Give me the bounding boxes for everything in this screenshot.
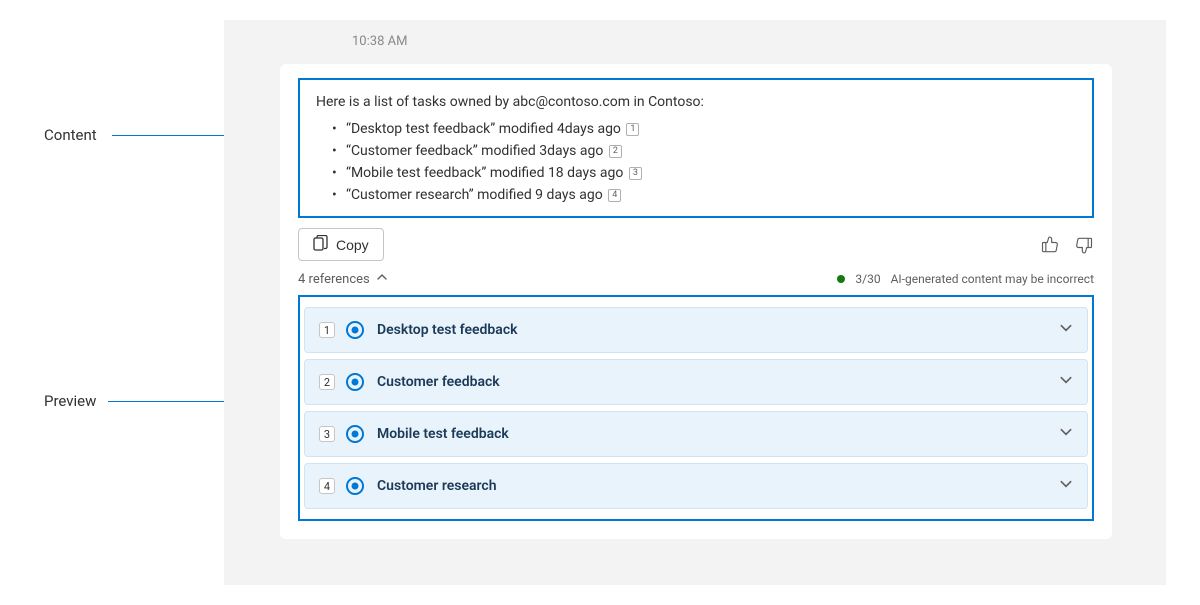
chevron-down-icon [1059,321,1073,339]
message-card: Here is a list of tasks owned by abc@con… [280,64,1112,539]
reference-number-badge: 1 [319,322,335,338]
content-item-text: “Customer research” modified 9 days ago [346,187,603,203]
content-intro-text: Here is a list of tasks owned by abc@con… [316,94,1076,110]
status-dot-icon [837,275,845,283]
citation-badge[interactable]: 1 [626,123,639,136]
content-item-text: “Mobile test feedback” modified 18 days … [346,165,623,181]
references-toggle-label: 4 references [298,272,370,287]
content-item-text: “Customer feedback” modified 3days ago [346,143,603,159]
content-list-item: “Mobile test feedback” modified 18 days … [346,162,1076,184]
chevron-down-icon [1059,373,1073,391]
reference-number-badge: 4 [319,478,335,494]
reference-source-icon [345,372,365,392]
citation-badge[interactable]: 2 [609,145,622,158]
preview-section: 1 Desktop test feedback 2 [298,295,1094,521]
chevron-down-icon [1059,477,1073,495]
chevron-up-icon [376,271,388,287]
content-list-item: “Desktop test feedback” modified 4days a… [346,118,1076,140]
citation-badge[interactable]: 3 [629,167,642,180]
copy-button-label: Copy [336,237,369,253]
reference-title: Customer research [377,478,1059,494]
ai-disclaimer-text: AI-generated content may be incorrect [891,272,1094,286]
chevron-down-icon [1059,425,1073,443]
copy-button[interactable]: Copy [298,228,384,261]
copy-icon [313,235,328,254]
references-header-row: 4 references 3/30 AI-generated content m… [298,271,1094,287]
reference-item[interactable]: 1 Desktop test feedback [304,307,1088,353]
references-toggle[interactable]: 4 references [298,271,388,287]
content-list-item: “Customer research” modified 9 days ago … [346,184,1076,206]
content-item-text: “Desktop test feedback” modified 4days a… [346,121,621,137]
reference-item[interactable]: 3 Mobile test feedback [304,411,1088,457]
reference-title: Mobile test feedback [377,426,1059,442]
content-section: Here is a list of tasks owned by abc@con… [298,78,1094,218]
thumbs-down-button[interactable] [1074,235,1094,255]
citation-badge[interactable]: 4 [608,189,621,202]
reference-source-icon [345,476,365,496]
reference-title: Customer feedback [377,374,1059,390]
reference-title: Desktop test feedback [377,322,1059,338]
content-list-item: “Customer feedback” modified 3days ago 2 [346,140,1076,162]
reference-item[interactable]: 2 Customer feedback [304,359,1088,405]
reference-source-icon [345,320,365,340]
reference-counter: 3/30 [855,272,880,286]
reference-item[interactable]: 4 Customer research [304,463,1088,509]
page-background: 10:38 AM Here is a list of tasks owned b… [224,20,1166,585]
reference-number-badge: 3 [319,426,335,442]
thumbs-up-button[interactable] [1040,235,1060,255]
reference-number-badge: 2 [319,374,335,390]
content-list: “Desktop test feedback” modified 4days a… [316,118,1076,206]
toolbar-row: Copy [298,228,1094,261]
reference-source-icon [345,424,365,444]
status-right-group: 3/30 AI-generated content may be incorre… [837,272,1094,286]
feedback-group [1040,235,1094,255]
message-timestamp: 10:38 AM [352,34,407,49]
annotation-content-label: Content [44,126,97,144]
annotation-preview-label: Preview [44,392,96,410]
